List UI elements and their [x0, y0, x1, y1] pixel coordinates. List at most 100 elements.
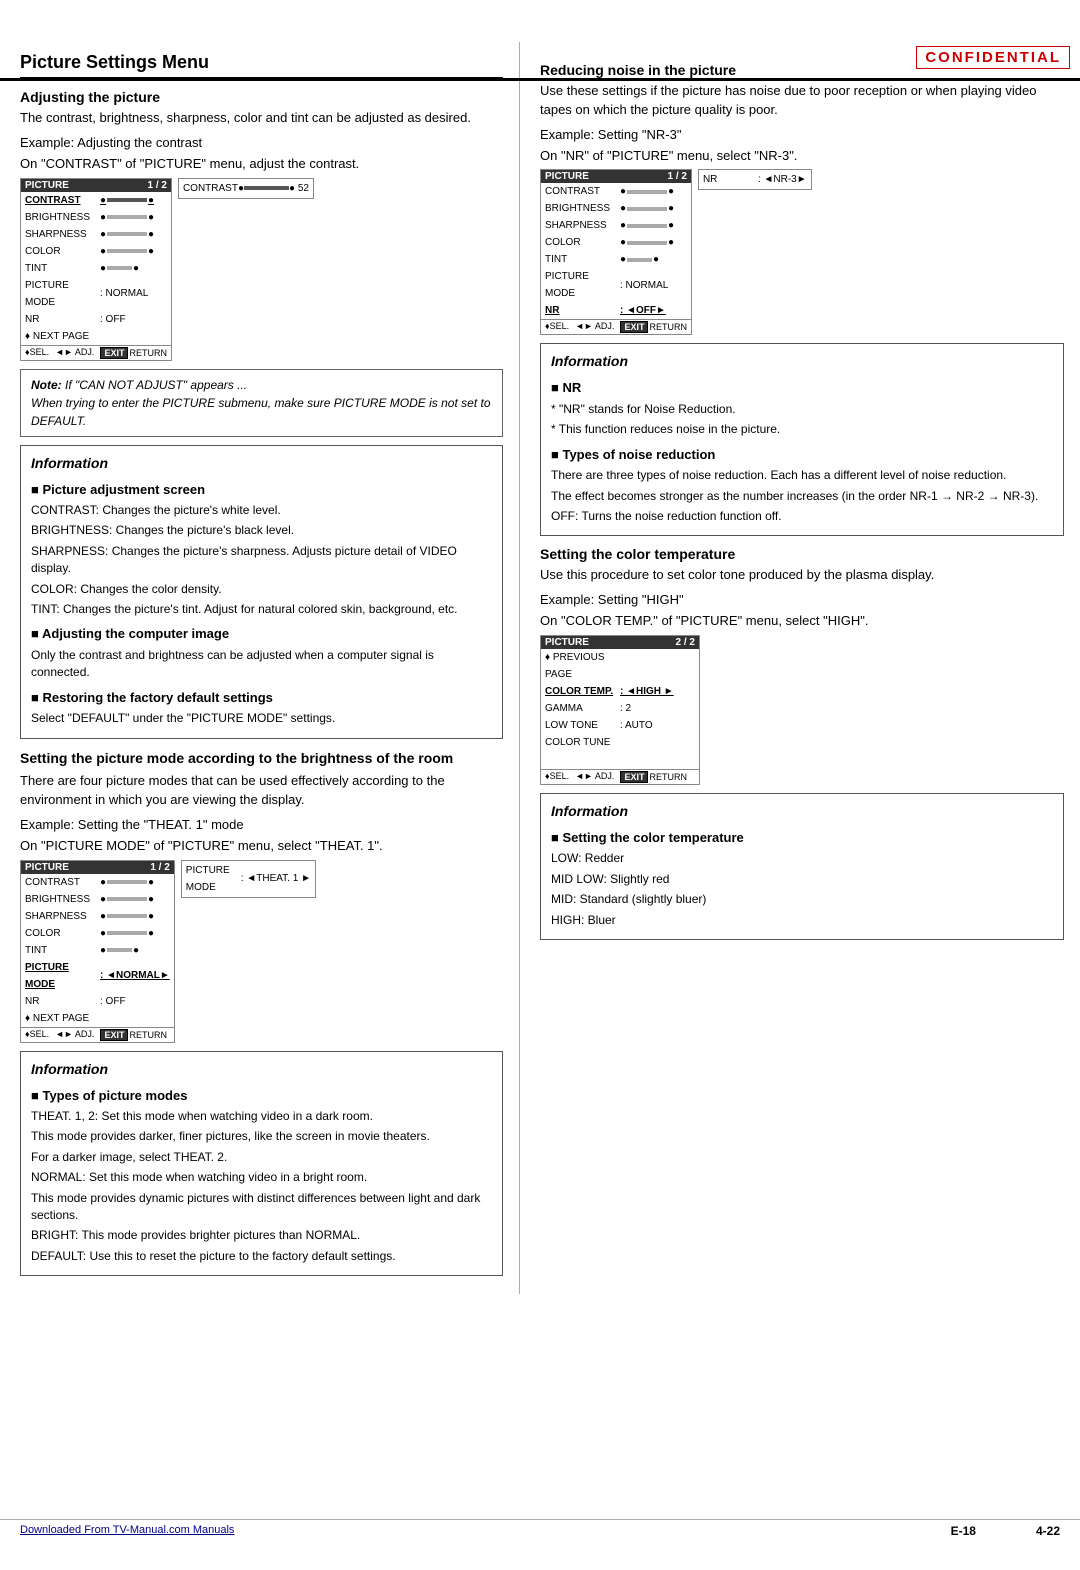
example-nr-body: On "NR" of "PICTURE" menu, select "NR-3"…: [540, 147, 1064, 166]
pm-22-prevpage: ♦ PREVIOUS PAGE: [541, 649, 699, 683]
pm-footer-22: ♦SEL. ◄► ADJ. EXITRETURN: [541, 769, 699, 784]
pm-nr-nr: NR : ◄OFF►: [541, 302, 691, 319]
info-title-color: Information: [551, 801, 1053, 822]
pm-mode-picturemode: PICTURE MODE : ◄NORMAL►: [21, 959, 174, 993]
picture-menu-contrast: PICTURE 1 / 2 CONTRAST ●● BRIGHTNESS ●● …: [20, 178, 172, 361]
page-num-left: E-18: [951, 1524, 976, 1538]
pm-mode-contrast: CONTRAST ●●: [21, 874, 174, 891]
pm-22-colortune: COLOR TUNE: [541, 734, 699, 751]
contrast-detail: CONTRAST ●● 52: [178, 178, 314, 199]
example-high-label: Example: Setting "HIGH": [540, 591, 1064, 610]
info-box-2: Information Types of picture modes THEAT…: [20, 1051, 503, 1277]
info-title-1: Information: [31, 453, 492, 474]
color-temp-diagram-row: PICTURE 2 / 2 ♦ PREVIOUS PAGE COLOR TEMP…: [540, 635, 1064, 785]
info-normal: NORMAL: Set this mode when watching vide…: [31, 1169, 492, 1186]
pm-nr-tint: TINT ●●: [541, 251, 691, 268]
info-theat12: THEAT. 1, 2: Set this mode when watching…: [31, 1108, 492, 1125]
pm-row-contrast: CONTRAST ●●: [21, 192, 171, 209]
confidential-badge: CONFIDENTIAL: [916, 46, 1070, 69]
right-column: Reducing noise in the picture Use these …: [520, 42, 1080, 1294]
info-sharpness: SHARPNESS: Changes the picture's sharpne…: [31, 543, 492, 578]
picture-mode-heading: Setting the picture mode according to th…: [20, 749, 503, 769]
pm-row-nextpage: ♦ NEXT PAGE: [21, 328, 171, 345]
pm-nr-contrast: CONTRAST ●●: [541, 183, 691, 200]
pm-row-tint: TINT ●●: [21, 260, 171, 277]
info-box-color: Information Setting the color temperatur…: [540, 793, 1064, 940]
info-default: DEFAULT: Use this to reset the picture t…: [31, 1248, 492, 1265]
pm-22-lowtone: LOW TONE : AUTO: [541, 717, 699, 734]
pm-row-nr: NR : OFF: [21, 311, 171, 328]
info-nr-function: * This function reduces noise in the pic…: [551, 421, 1053, 438]
example-theat-label: Example: Setting the "THEAT. 1" mode: [20, 816, 503, 835]
pm-footer-mode: ♦SEL. ◄► ADJ. EXITRETURN: [21, 1027, 174, 1042]
example-theat-body: On "PICTURE MODE" of "PICTURE" menu, sel…: [20, 837, 503, 856]
pm-nr-picturemode: PICTURE MODE : NORMAL: [541, 268, 691, 302]
page-title: Picture Settings Menu: [20, 52, 503, 79]
info-heading-nr: NR: [551, 378, 1053, 398]
info-brightness: BRIGHTNESS: Changes the picture's black …: [31, 522, 492, 539]
info-normal-detail: This mode provides dynamic pictures with…: [31, 1190, 492, 1225]
info-title-2: Information: [31, 1059, 492, 1080]
info-high: HIGH: Bluer: [551, 912, 1053, 929]
pm-title: PICTURE: [25, 180, 69, 191]
info-nr-off: OFF: Turns the noise reduction function …: [551, 508, 1053, 525]
info-nr-stronger: The effect becomes stronger as the numbe…: [551, 488, 1053, 505]
pm-header-mode: PICTURE 1 / 2: [21, 861, 174, 874]
pm-mode-sharpness: SHARPNESS ●●: [21, 908, 174, 925]
info-mid-low: MID LOW: Slightly red: [551, 871, 1053, 888]
pm-mode-nr: NR : OFF: [21, 993, 174, 1010]
info-box-nr: Information NR * "NR" stands for Noise R…: [540, 343, 1064, 536]
info-theat-detail: This mode provides darker, finer picture…: [31, 1128, 492, 1145]
info-low: LOW: Redder: [551, 850, 1053, 867]
pm-footer-nr: ♦SEL. ◄► ADJ. EXITRETURN: [541, 319, 691, 334]
pm-header-2-2: PICTURE 2 / 2: [541, 636, 699, 649]
info-mid: MID: Standard (slightly bluer): [551, 891, 1053, 908]
info-heading-types-noise: Types of noise reduction: [551, 445, 1053, 465]
adjusting-picture-title: Adjusting the picture: [20, 89, 503, 105]
picture-menu-header: PICTURE 1 / 2: [21, 179, 171, 192]
pm-nr-sharpness: SHARPNESS ●●: [541, 217, 691, 234]
adjusting-picture-body: The contrast, brightness, sharpness, col…: [20, 109, 503, 128]
picture-menu-mode: PICTURE 1 / 2 CONTRAST ●● BRIGHTNESS ●● …: [20, 860, 175, 1043]
pm-22-gamma: GAMMA : 2: [541, 700, 699, 717]
pm-nr-color: COLOR ●●: [541, 234, 691, 251]
cd-nr-row: NR : ◄NR-3►: [703, 171, 807, 188]
bottom-bar: Downloaded From TV-Manual.com Manuals E-…: [0, 1519, 1080, 1542]
pm-row-sharpness: SHARPNESS ●●: [21, 226, 171, 243]
color-temp-body: Use this procedure to set color tone pro…: [540, 566, 1064, 585]
info-heading-types: Types of picture modes: [31, 1086, 492, 1106]
info-nr-types-body: There are three types of noise reduction…: [551, 467, 1053, 484]
page-num-right: 4-22: [1036, 1524, 1060, 1538]
pm-nr-brightness: BRIGHTNESS ●●: [541, 200, 691, 217]
pm-row-picturemode: PICTURE MODE : NORMAL: [21, 277, 171, 311]
contrast-menu-diagrams: PICTURE 1 / 2 CONTRAST ●● BRIGHTNESS ●● …: [20, 178, 503, 361]
info-heading-picture-adjustment: Picture adjustment screen: [31, 480, 492, 500]
pm-row-brightness: BRIGHTNESS ●●: [21, 209, 171, 226]
info-color: COLOR: Changes the color density.: [31, 581, 492, 598]
picture-mode-detail: PICTURE MODE : ◄THEAT. 1 ►: [181, 860, 316, 898]
page-numbers: E-18 4-22: [951, 1524, 1060, 1538]
pm-mode-brightness: BRIGHTNESS ●●: [21, 891, 174, 908]
pm-footer-contrast: ♦SEL. ◄► ADJ. EXITRETURN: [21, 345, 171, 360]
picture-menu-2-2: PICTURE 2 / 2 ♦ PREVIOUS PAGE COLOR TEMP…: [540, 635, 700, 785]
download-link[interactable]: Downloaded From TV-Manual.com Manuals: [20, 1524, 234, 1538]
note-body: When trying to enter the PICTURE submenu…: [31, 396, 491, 428]
info-heading-computer: Adjusting the computer image: [31, 624, 492, 644]
pm-header-nr: PICTURE 1 / 2: [541, 170, 691, 183]
pm-row-color: COLOR ●●: [21, 243, 171, 260]
info-heading-color-temp: Setting the color temperature: [551, 828, 1053, 848]
example-high-body: On "COLOR TEMP." of "PICTURE" menu, sele…: [540, 612, 1064, 631]
info-contrast: CONTRAST: Changes the picture's white le…: [31, 502, 492, 519]
pm-page: 1 / 2: [147, 180, 166, 191]
picture-mode-body: There are four picture modes that can be…: [20, 772, 503, 810]
example-contrast-body: On "CONTRAST" of "PICTURE" menu, adjust …: [20, 155, 503, 174]
info-factory-body: Select "DEFAULT" under the "PICTURE MODE…: [31, 710, 492, 727]
note-box: Note: If "CAN NOT ADJUST" appears ... Wh…: [20, 369, 503, 437]
cd-mode-row: PICTURE MODE : ◄THEAT. 1 ►: [186, 862, 311, 896]
info-tint: TINT: Changes the picture's tint. Adjust…: [31, 601, 492, 618]
info-title-nr: Information: [551, 351, 1053, 372]
note-bold: Note: If "CAN NOT ADJUST" appears ...: [31, 378, 247, 392]
picture-mode-diagrams: PICTURE 1 / 2 CONTRAST ●● BRIGHTNESS ●● …: [20, 860, 503, 1043]
noise-body: Use these settings if the picture has no…: [540, 82, 1064, 120]
info-computer-body: Only the contrast and brightness can be …: [31, 647, 492, 682]
